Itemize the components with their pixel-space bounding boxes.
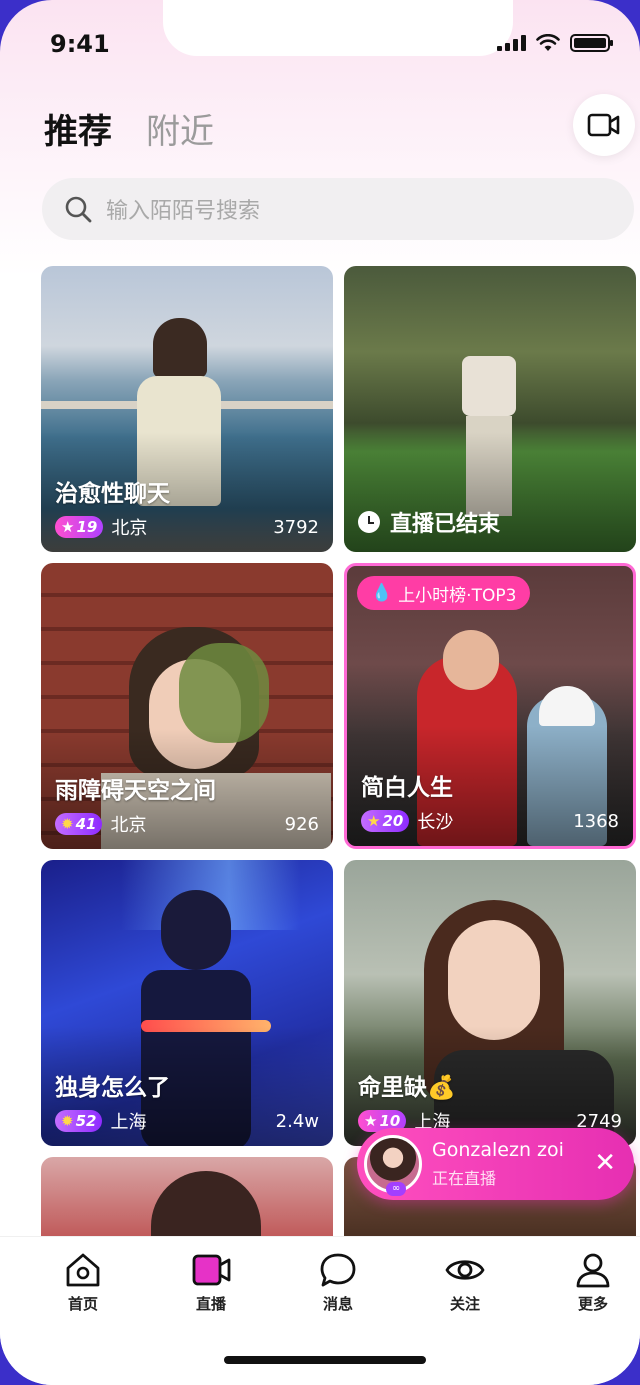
home-indicator xyxy=(224,1356,426,1364)
search-input[interactable]: 输入陌陌号搜索 xyxy=(42,178,634,240)
live-card[interactable] xyxy=(41,1157,333,1237)
card-meta: ✹ 52 上海 2.4w xyxy=(55,1108,319,1134)
tab-more[interactable]: 更多 xyxy=(553,1251,633,1314)
card-views: 2.4w xyxy=(275,1110,319,1132)
tab-messages[interactable]: 消息 xyxy=(298,1251,378,1314)
live-notification[interactable]: ∞ Gonzalezn zoi 正在直播 ✕ xyxy=(357,1128,634,1200)
card-photo xyxy=(179,643,269,743)
phone-screen: 9:41 推荐 附近 输入陌陌号搜索 治愈性聊天 ★ 19 北京 3792 直播… xyxy=(0,0,640,1385)
live-card[interactable]: 独身怎么了 ✹ 52 上海 2.4w xyxy=(41,860,333,1146)
card-photo xyxy=(443,630,499,690)
video-camera-icon xyxy=(587,113,620,137)
card-title: 命里缺💰 xyxy=(358,1075,456,1101)
card-meta: ★ 20 长沙 1368 xyxy=(361,808,619,834)
tab-follow[interactable]: 关注 xyxy=(425,1251,505,1314)
tab-recommend[interactable]: 推荐 xyxy=(44,104,112,153)
card-meta: ★ 19 北京 3792 xyxy=(55,514,319,540)
search-placeholder: 输入陌陌号搜索 xyxy=(106,199,261,224)
live-card[interactable]: 雨障碍天空之间 ✹ 41 北京 926 xyxy=(41,563,333,849)
clock-icon xyxy=(358,511,380,533)
tab-messages-label: 消息 xyxy=(322,1295,353,1313)
video-camera-icon xyxy=(192,1254,231,1286)
card-city: 上海 xyxy=(110,1112,147,1133)
live-card[interactable]: 命里缺💰 ★ 10 上海 2749 xyxy=(344,860,636,1146)
stream-ended: 直播已结束 xyxy=(358,506,500,538)
card-title: 独身怎么了 xyxy=(55,1075,170,1101)
card-title: 雨障碍天空之间 xyxy=(55,778,216,804)
level-badge: ✹ 41 xyxy=(55,813,103,835)
card-views: 3792 xyxy=(273,516,319,538)
tab-more-label: 更多 xyxy=(577,1295,608,1313)
streamer-name: Gonzalezn zoi xyxy=(432,1139,564,1161)
status-time: 9:41 xyxy=(50,30,110,58)
tab-home[interactable]: 首页 xyxy=(43,1251,123,1314)
star-icon: ★ xyxy=(367,812,381,830)
card-city: 长沙 xyxy=(417,812,454,833)
star-icon: ★ xyxy=(61,518,75,536)
level-badge: ✹ 52 xyxy=(55,1110,103,1132)
card-city: 北京 xyxy=(111,518,148,539)
home-icon xyxy=(66,1253,100,1287)
chat-bubble-icon xyxy=(320,1253,356,1287)
card-meta: ✹ 41 北京 926 xyxy=(55,811,319,837)
go-live-button[interactable] xyxy=(573,94,635,156)
wifi-icon xyxy=(536,34,560,51)
notch xyxy=(163,0,513,56)
live-card[interactable]: 治愈性聊天 ★ 19 北京 3792 xyxy=(41,266,333,552)
star-icon: ★ xyxy=(364,1112,378,1130)
status-icons xyxy=(497,34,613,52)
card-title: 简白人生 xyxy=(361,775,453,801)
user-icon xyxy=(576,1253,610,1288)
live-card[interactable]: 💧 上小时榜·TOP3 简白人生 ★ 20 长沙 1368 xyxy=(344,563,636,849)
level-badge: ★ 20 xyxy=(361,810,410,832)
tab-nearby[interactable]: 附近 xyxy=(146,104,214,153)
infinity-icon: ∞ xyxy=(386,1182,406,1196)
card-photo xyxy=(462,356,516,416)
avatar: ∞ xyxy=(364,1135,422,1196)
tab-live[interactable]: 直播 xyxy=(171,1251,251,1314)
close-icon[interactable]: ✕ xyxy=(594,1150,616,1176)
flame-icon: 💧 xyxy=(371,583,393,603)
tab-home-label: 首页 xyxy=(67,1295,98,1313)
card-photo xyxy=(161,890,231,970)
card-city: 北京 xyxy=(110,815,147,836)
card-photo xyxy=(539,686,595,726)
level-badge: ★ 19 xyxy=(55,516,104,538)
star-icon: ✹ xyxy=(61,1112,74,1130)
star-icon: ✹ xyxy=(61,815,74,833)
search-icon xyxy=(65,196,92,223)
live-notification-text: Gonzalezn zoi 正在直播 xyxy=(432,1139,564,1189)
tab-follow-label: 关注 xyxy=(449,1295,480,1313)
card-views: 926 xyxy=(284,813,319,835)
tab-live-label: 直播 xyxy=(195,1295,226,1313)
signal-icon xyxy=(497,35,526,51)
card-views: 1368 xyxy=(573,810,619,832)
card-photo xyxy=(151,1171,261,1237)
live-card[interactable]: 直播已结束 xyxy=(344,266,636,552)
rank-badge: 💧 上小时榜·TOP3 xyxy=(357,576,531,610)
card-title: 治愈性聊天 xyxy=(55,481,170,507)
eye-icon xyxy=(445,1260,485,1280)
card-photo xyxy=(448,920,540,1040)
card-photo xyxy=(153,318,207,378)
live-status: 正在直播 xyxy=(432,1169,497,1188)
battery-icon xyxy=(570,34,613,52)
